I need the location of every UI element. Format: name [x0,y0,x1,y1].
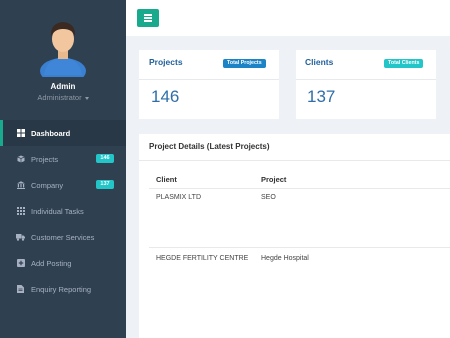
hamburger-icon-line [144,17,152,19]
sidebar-item-company[interactable]: Company 137 [0,172,126,198]
bank-icon [16,181,25,190]
sidebar-item-add-posting[interactable]: Add Posting [0,250,126,276]
file-icon [16,285,25,294]
sidebar-item-label: Add Posting [31,258,72,268]
sidebar-item-customer-services[interactable]: Customer Services [0,224,126,250]
sidebar-item-label: Dashboard [31,128,71,138]
clients-count: 137 [307,87,336,106]
hamburger-icon-line [144,20,152,22]
table-cell-project: Hegde Hospital [261,255,309,262]
total-projects-label: Total Projects [223,59,266,68]
projects-count: 146 [151,87,180,106]
sidebar-item-label: Individual Tasks [31,206,84,216]
sidebar-item-label: Enquiry Reporting [31,284,92,294]
grid-icon [16,207,25,216]
sidebar-item-label: Projects [31,154,59,164]
sidebar: Admin Administrator Dashboard Projects 1… [0,0,126,338]
table-cell-client: HEGDE FERTILITY CENTRE [156,255,249,262]
profile-role: Administrator [37,93,82,102]
panel-title: Project Details (Latest Projects) [149,142,270,151]
divider [149,247,450,248]
sidebar-item-label: Customer Services [31,232,95,242]
sidebar-item-enquiry-reporting[interactable]: Enquiry Reporting [0,276,126,302]
divider [149,188,450,189]
plus-square-icon [16,259,25,268]
clients-card-title: Clients [305,57,334,67]
sidebar-nav: Dashboard Projects 146 Company 137 Indiv… [0,120,126,302]
profile-role-dropdown[interactable]: Administrator [0,93,126,102]
column-header-project: Project [261,175,287,184]
sidebar-item-individual-tasks[interactable]: Individual Tasks [0,198,126,224]
top-navbar [126,0,450,36]
sidebar-item-label: Company [31,180,64,190]
total-clients-label: Total Clients [384,59,424,68]
menu-toggle-button[interactable] [137,9,159,27]
divider [139,160,450,161]
hamburger-icon [144,14,152,16]
projects-card-title: Projects [149,57,183,67]
table-cell-client: PLASMIX LTD [156,194,201,201]
avatar[interactable] [38,17,88,77]
dashboard-icon [16,129,25,138]
profile-name: Admin [50,82,76,91]
projects-count-badge: 146 [96,154,114,163]
caret-down-icon [84,96,89,100]
table-cell-project: SEO [261,194,276,201]
company-count-badge: 137 [96,180,114,189]
project-details-panel: Project Details (Latest Projects) Client… [139,134,450,338]
column-header-client: Client [156,175,177,184]
truck-icon [16,233,25,242]
cube-icon [16,155,25,164]
profile-block: Admin Administrator [0,0,126,112]
sidebar-item-dashboard[interactable]: Dashboard [0,120,126,146]
sidebar-item-projects[interactable]: Projects 146 [0,146,126,172]
